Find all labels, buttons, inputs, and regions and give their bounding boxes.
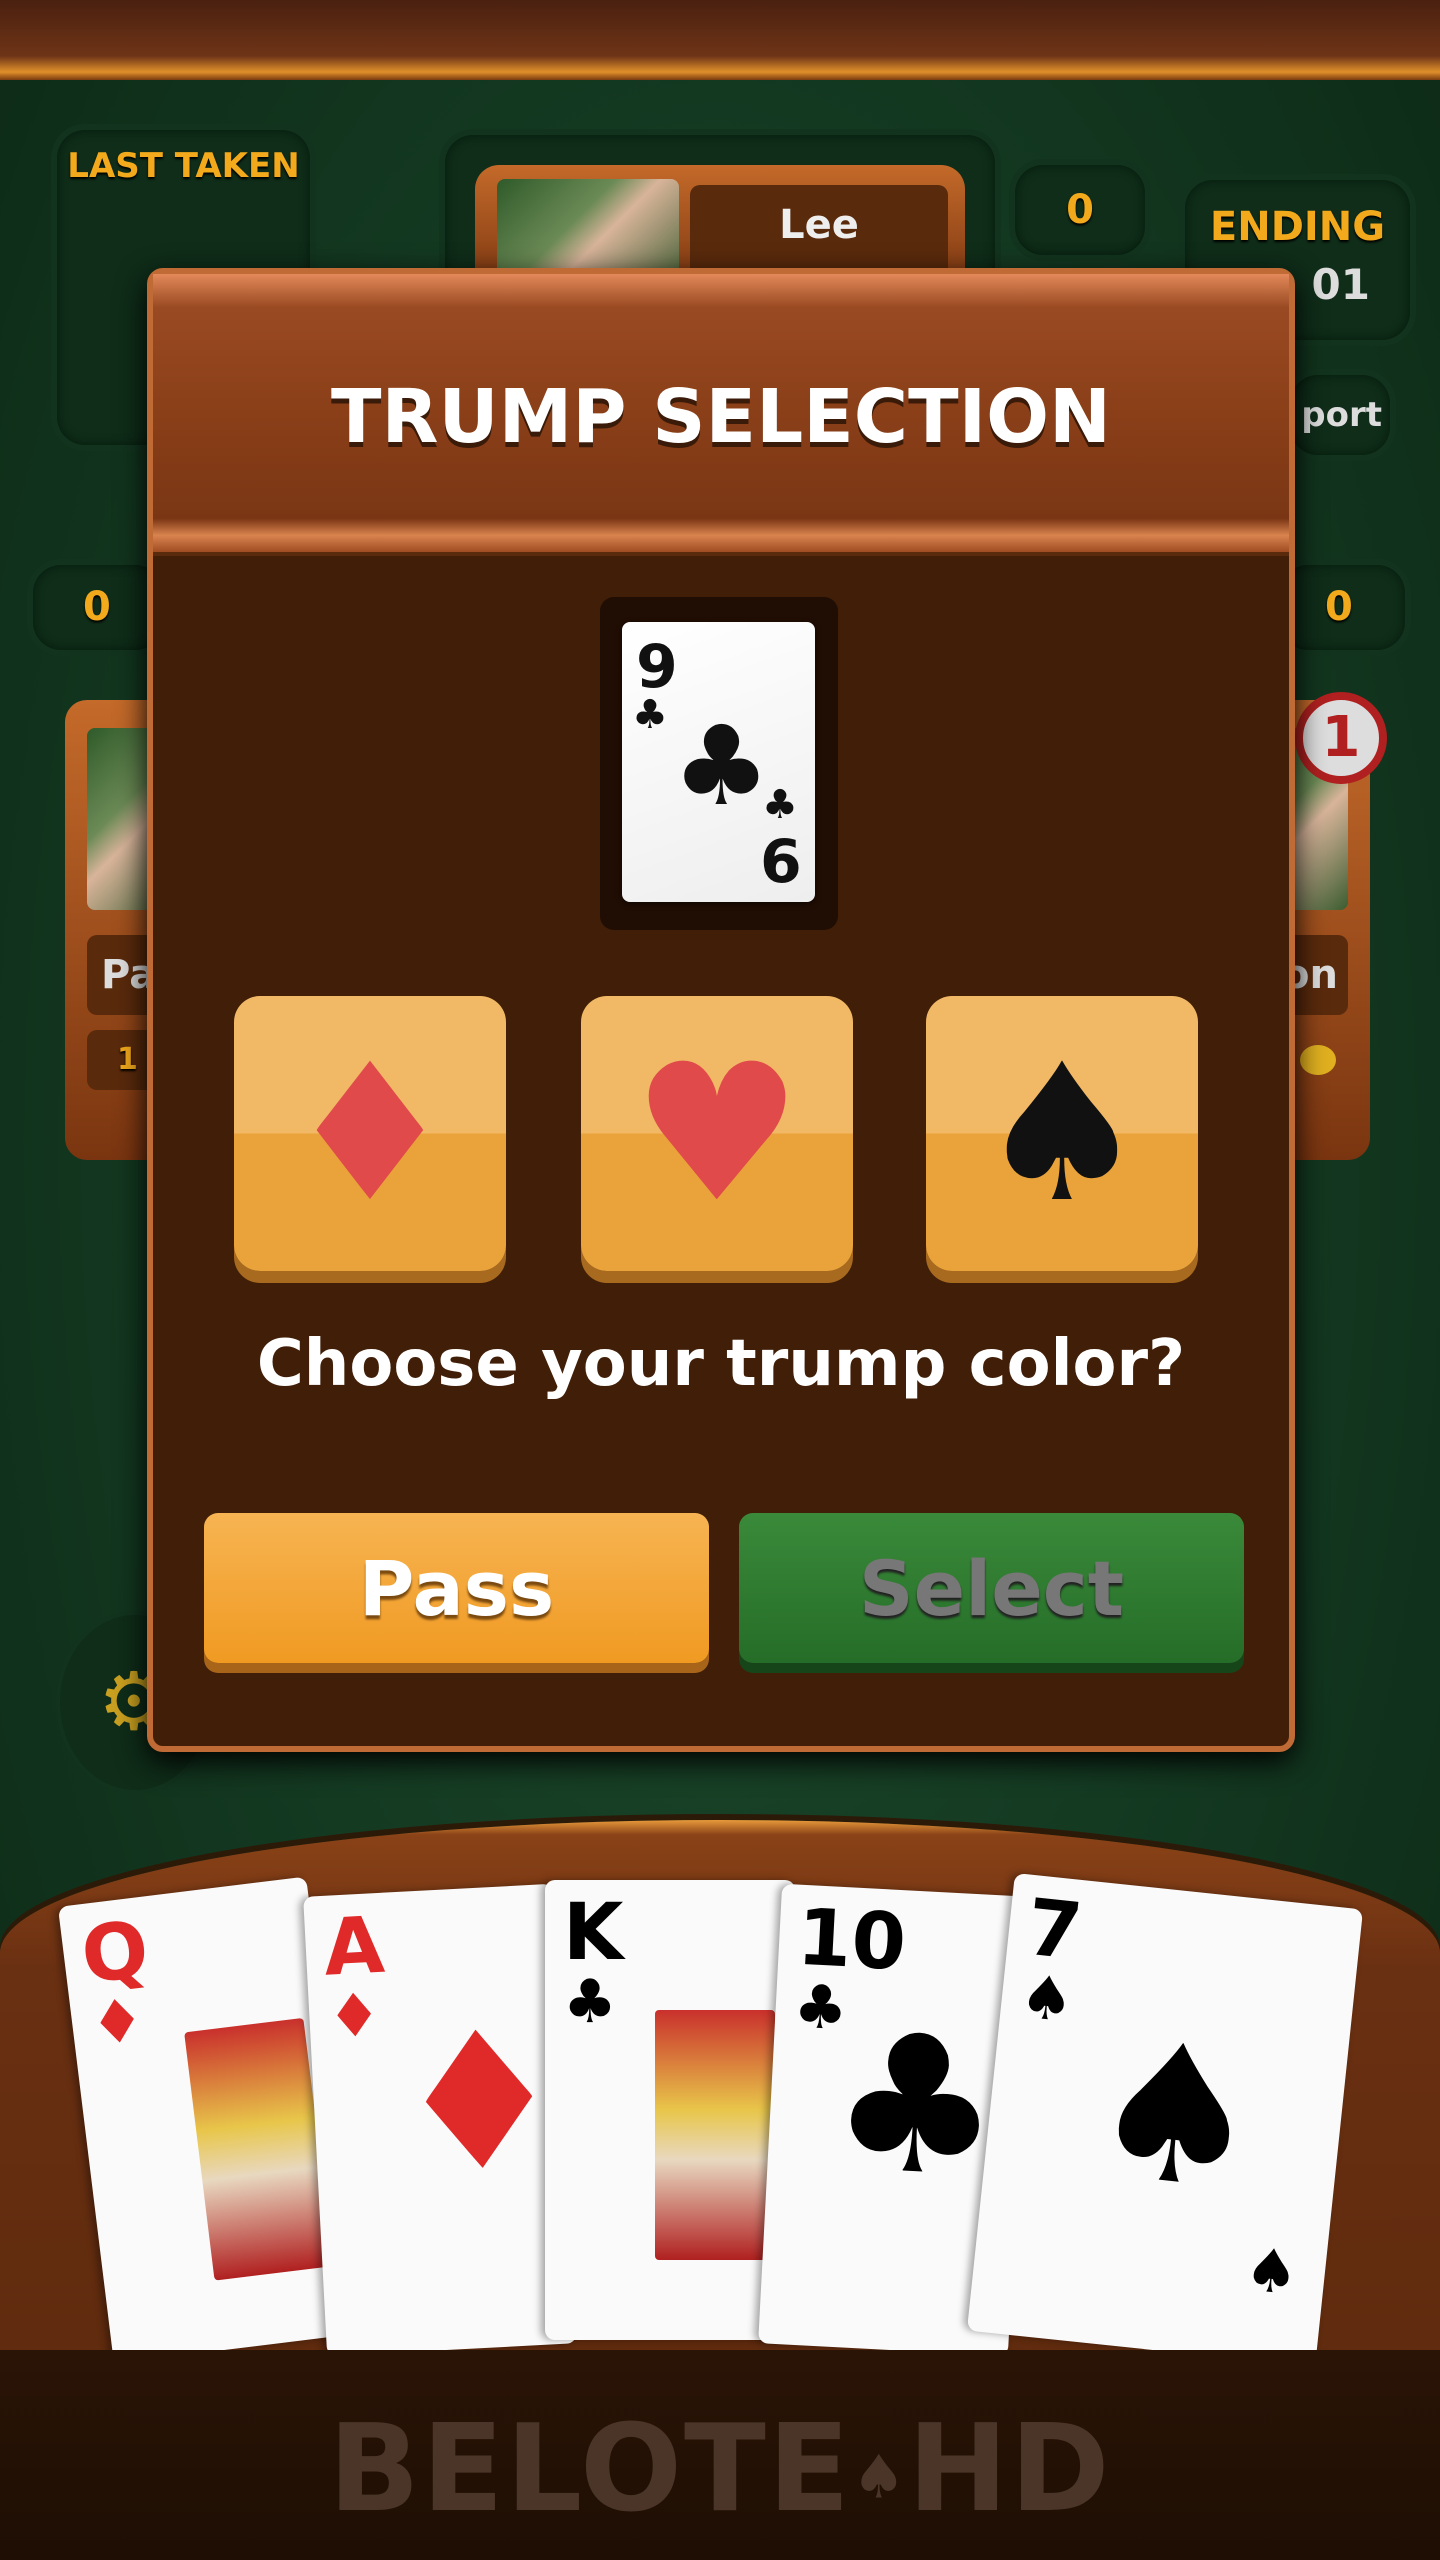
- hand-card-ace-diamonds[interactable]: A ♦ ♦: [303, 1883, 577, 2357]
- hand-card-king-clubs[interactable]: K ♣: [545, 1880, 795, 2340]
- select-button[interactable]: Select: [739, 1513, 1244, 1663]
- trump-selection-dialog: TRUMP SELECTION 9 ♣ ♣ ♣ 6 ♦ ♥ ♠ Choose y…: [147, 268, 1295, 1752]
- pass-button[interactable]: Pass: [204, 1513, 709, 1663]
- card-rank-bottom: 6: [760, 827, 802, 897]
- trump-question: Choose your trump color?: [256, 1327, 1186, 1401]
- spades-button[interactable]: ♠: [926, 996, 1198, 1271]
- diamond-large-icon: ♦: [388, 1987, 571, 2218]
- top-player-score: 0: [1015, 165, 1145, 255]
- club-small-icon: ♣: [762, 782, 798, 828]
- diamonds-button[interactable]: ♦: [234, 996, 506, 1271]
- heart-icon: ♥: [631, 1022, 803, 1244]
- top-wood-bar: [0, 0, 1440, 80]
- proposed-card-slot: 9 ♣ ♣ ♣ 6: [600, 597, 838, 930]
- king-figure: [655, 2010, 775, 2260]
- club-small-icon: ♣: [632, 692, 668, 738]
- proposed-card: 9 ♣ ♣ ♣ 6: [622, 622, 815, 902]
- diamond-icon: ♦: [284, 1022, 456, 1244]
- spade-logo-icon: ♠: [851, 2442, 908, 2513]
- spade-large-icon: ♠: [1079, 1996, 1272, 2235]
- hearts-button[interactable]: ♥: [581, 996, 853, 1271]
- ending-label: ENDING: [1209, 204, 1386, 250]
- spade-small-icon: ♠: [1241, 2234, 1303, 2310]
- club-large-icon: ♣: [825, 1990, 1007, 2221]
- spade-icon: ♠: [976, 1022, 1148, 1244]
- right-player-score: 0: [1280, 565, 1405, 650]
- left-player-score: 0: [33, 565, 163, 650]
- dialog-title: TRUMP SELECTION: [331, 374, 1111, 460]
- card-rank: K: [563, 1888, 624, 1978]
- dealer-badge: 1: [1295, 692, 1387, 784]
- report-button[interactable]: port: [1290, 375, 1390, 455]
- dialog-header: TRUMP SELECTION: [153, 274, 1289, 556]
- last-taken-label: LAST TAKEN: [67, 146, 300, 186]
- bottom-bar: BELOTE♠HD: [0, 2350, 1440, 2560]
- belote-hd-logo: BELOTE♠HD: [328, 2400, 1112, 2539]
- club-icon: ♣: [672, 702, 771, 830]
- hand-card-seven-spades[interactable]: 7 ♠ ♠ ♠: [966, 1872, 1364, 2368]
- coins-icon: [1300, 1045, 1336, 1075]
